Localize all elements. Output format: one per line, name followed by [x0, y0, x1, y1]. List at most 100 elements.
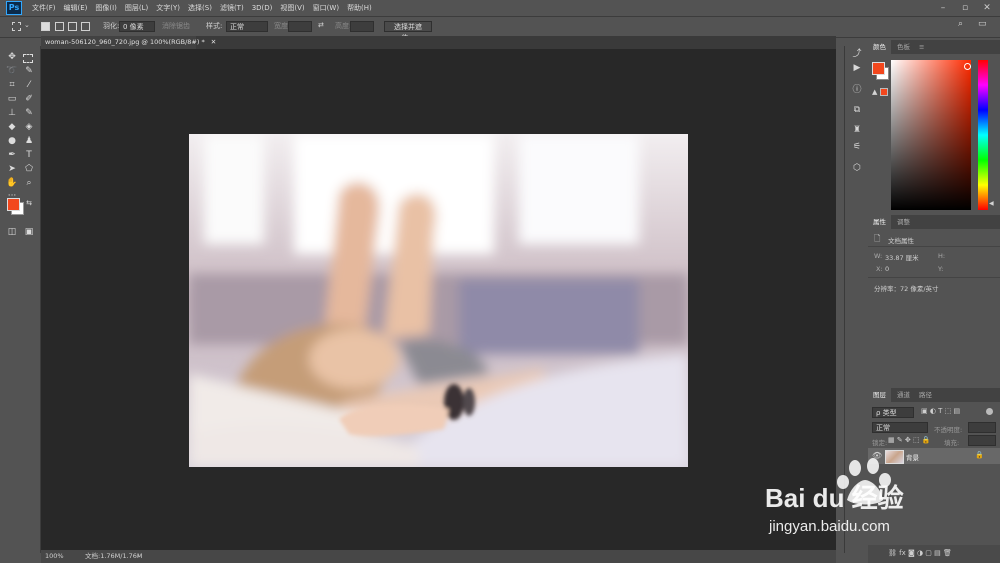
- select-and-mask-button[interactable]: 选择并遮住...: [384, 21, 432, 42]
- gamut-swatch[interactable]: [880, 88, 888, 96]
- filter-icons[interactable]: ▣ ◐ T ⬚ ▤: [921, 407, 960, 415]
- path-select-icon[interactable]: ➤: [6, 163, 18, 175]
- actions-icon[interactable]: ▶: [851, 62, 863, 74]
- frame-tool-icon[interactable]: ▭: [6, 93, 18, 105]
- close-icon[interactable]: ✕: [976, 0, 998, 16]
- color-picker-cursor[interactable]: [964, 63, 971, 70]
- width-input[interactable]: [288, 21, 312, 32]
- document-tab[interactable]: woman-506120_960_720.jpg @ 100%(RGB/8#) …: [41, 36, 216, 49]
- blend-mode-select[interactable]: 正常: [872, 422, 928, 433]
- layers-panel-tabs: 图层 通道 路径: [868, 388, 1000, 402]
- layer-filter-select[interactable]: ρ 类型: [872, 407, 914, 418]
- tab-channels[interactable]: 通道: [892, 388, 915, 402]
- history-icon[interactable]: ⤴: [851, 48, 863, 60]
- intersect-selection-icon[interactable]: [81, 22, 90, 31]
- clone-source-icon[interactable]: ⧉: [851, 104, 863, 116]
- menu-select[interactable]: 选择(S): [184, 3, 216, 13]
- tool-presets-icon[interactable]: ♜: [851, 124, 863, 136]
- tab-properties[interactable]: 属性: [868, 215, 891, 229]
- resolution: 分辨率：72 像素/英寸: [874, 285, 939, 293]
- history-brush-icon[interactable]: ✎: [23, 107, 35, 119]
- opacity-input[interactable]: [968, 422, 996, 433]
- watermark-url: jingyan.baidu.com: [769, 518, 890, 535]
- tab-layers[interactable]: 图层: [868, 388, 891, 402]
- foreground-color-swatch[interactable]: [7, 198, 20, 211]
- menu-edit[interactable]: 编辑(E): [60, 3, 92, 13]
- watermark: Bai du 经验 jingyan.baidu.com: [765, 456, 965, 546]
- menu-file[interactable]: 文件(F): [28, 3, 60, 13]
- paint-bucket-icon[interactable]: ◈: [23, 121, 35, 133]
- color-fg-swatch[interactable]: [872, 62, 885, 75]
- hue-slider[interactable]: [978, 60, 988, 210]
- x-value[interactable]: 0: [885, 265, 889, 273]
- crop-tool-icon[interactable]: ⌗: [6, 79, 18, 91]
- menu-help[interactable]: 帮助(H): [343, 3, 376, 13]
- minimize-icon[interactable]: –: [932, 0, 954, 16]
- type-tool-icon[interactable]: T: [23, 149, 35, 161]
- style-select[interactable]: 正常: [226, 21, 268, 32]
- antialias-checkbox[interactable]: 消除锯齿: [162, 21, 190, 31]
- status-menu-icon[interactable]: ›: [137, 550, 140, 563]
- blur-tool-icon[interactable]: ●: [6, 135, 18, 147]
- y-label: Y:: [938, 265, 944, 273]
- pen-tool-icon[interactable]: ✒: [6, 149, 18, 161]
- hand-tool-icon[interactable]: ✋: [6, 177, 18, 189]
- divider: [868, 246, 1000, 247]
- swap-dimensions-icon[interactable]: ⇄: [318, 21, 324, 29]
- fill-input[interactable]: [968, 435, 996, 446]
- lasso-tool-icon[interactable]: ➰: [6, 65, 18, 77]
- info-icon[interactable]: ⓘ: [851, 84, 863, 96]
- color-field[interactable]: [891, 60, 971, 210]
- chevron-down-icon[interactable]: ⌄: [24, 21, 30, 29]
- quick-select-tool-icon[interactable]: ✎: [23, 65, 35, 77]
- menu-3d[interactable]: 3D(D): [248, 4, 277, 12]
- document-image[interactable]: [189, 134, 688, 467]
- dodge-tool-icon[interactable]: ♟: [23, 135, 35, 147]
- zoom-tool-icon[interactable]: ⌕: [23, 177, 35, 189]
- brush-tool-icon[interactable]: ✐: [23, 93, 35, 105]
- eraser-tool-icon[interactable]: ◆: [6, 121, 18, 133]
- height-label: 高度:: [335, 22, 352, 30]
- quick-mask-icon[interactable]: ◫: [6, 226, 18, 238]
- panel-menu-icon[interactable]: ≡: [914, 40, 929, 54]
- lock-label: 锁定:: [872, 439, 888, 447]
- tab-close-icon[interactable]: ✕: [211, 38, 216, 46]
- zoom-level[interactable]: 100%: [45, 550, 64, 563]
- feather-input[interactable]: 0 像素: [119, 21, 155, 32]
- marquee-tool-icon[interactable]: [23, 54, 33, 63]
- stamp-tool-icon[interactable]: ⊥: [6, 107, 18, 119]
- add-selection-icon[interactable]: [55, 22, 64, 31]
- marquee-preset-icon[interactable]: [12, 22, 21, 31]
- search-icon[interactable]: ⌕: [958, 19, 963, 29]
- warning-icon[interactable]: ▲: [872, 88, 877, 96]
- 3d-icon[interactable]: ⬡: [851, 162, 863, 174]
- hue-slider-handle[interactable]: ◀: [989, 200, 994, 207]
- menu-view[interactable]: 视图(V): [276, 3, 308, 13]
- app-logo: Ps: [6, 1, 22, 15]
- new-selection-icon[interactable]: [41, 22, 50, 31]
- screen-mode-icon[interactable]: ▣: [23, 226, 35, 238]
- lock-icons[interactable]: ▦ ✎ ✥ ⬚ 🔒: [888, 436, 931, 444]
- workspace-icon[interactable]: ▭: [978, 19, 987, 29]
- swap-colors-icon[interactable]: ⇆: [23, 197, 35, 209]
- shape-tool-icon[interactable]: ⬠: [23, 163, 35, 175]
- tab-swatches[interactable]: 色板: [892, 40, 915, 54]
- layer-actions-icons[interactable]: ⛓ fx ◙ ◑ ▢ ▤ 🗑: [888, 549, 952, 557]
- adjustments-icon[interactable]: ⚟: [851, 141, 863, 153]
- feather-label: 羽化:: [103, 22, 120, 30]
- tab-adjustments[interactable]: 调整: [892, 215, 915, 229]
- menu-image[interactable]: 图像(I): [91, 3, 121, 13]
- tab-color[interactable]: 颜色: [868, 40, 891, 54]
- menu-layer[interactable]: 图层(L): [121, 3, 152, 13]
- filter-toggle-icon[interactable]: [986, 408, 993, 415]
- w-value[interactable]: 33.87 厘米: [885, 252, 919, 262]
- height-input[interactable]: [350, 21, 374, 32]
- move-tool-icon[interactable]: ✥: [6, 51, 18, 63]
- subtract-selection-icon[interactable]: [68, 22, 77, 31]
- menu-window[interactable]: 窗口(W): [309, 3, 343, 13]
- maximize-icon[interactable]: ▫: [954, 0, 976, 16]
- menu-filter[interactable]: 滤镜(T): [216, 3, 248, 13]
- tab-paths[interactable]: 路径: [914, 388, 937, 402]
- eyedropper-tool-icon[interactable]: ⁄: [23, 79, 35, 91]
- menu-type[interactable]: 文字(Y): [152, 3, 184, 13]
